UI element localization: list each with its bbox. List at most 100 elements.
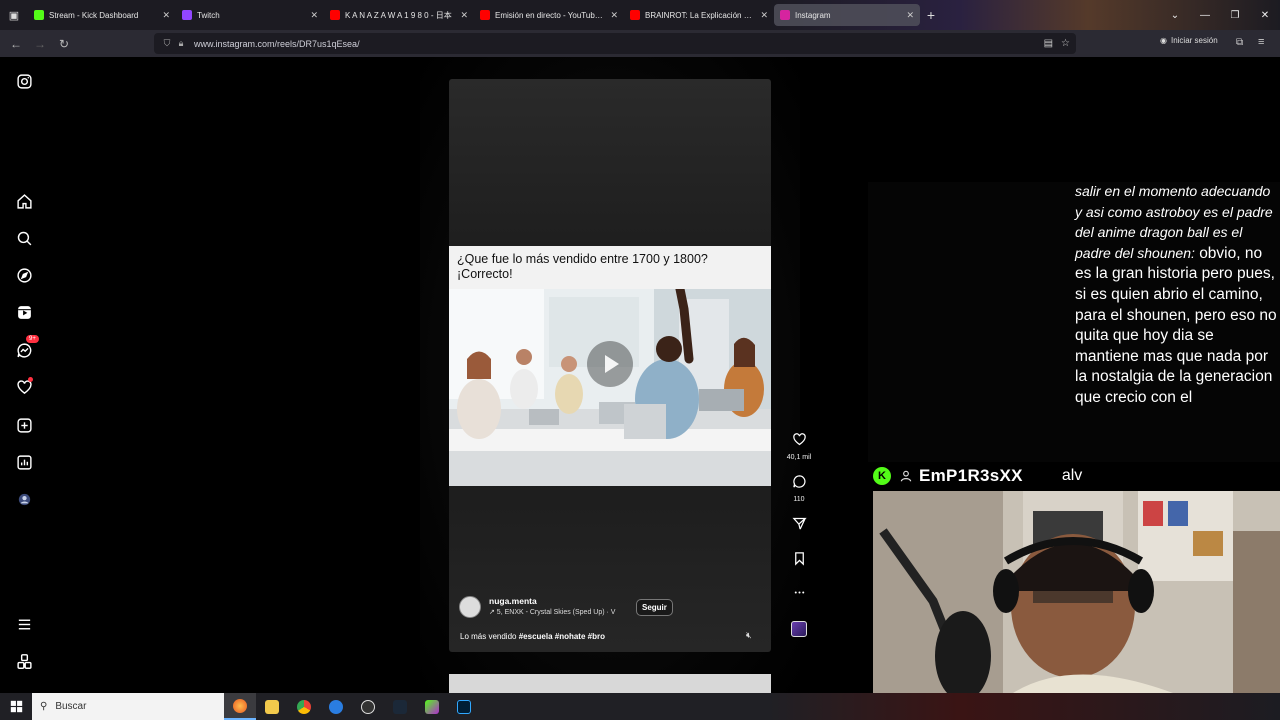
windows-start-icon[interactable] bbox=[0, 693, 32, 720]
youtube-favicon-icon bbox=[630, 10, 640, 20]
reel-video[interactable]: ¿Que fue lo más vendido entre 1700 y 180… bbox=[449, 79, 771, 652]
taskbar-search-placeholder: Buscar bbox=[55, 701, 87, 712]
speaker-mute-icon[interactable]: 🔇︎ bbox=[746, 630, 752, 641]
url-text[interactable]: www.instagram.com/reels/DR7us1qEsea/ bbox=[194, 39, 360, 49]
tab-kanazawa[interactable]: K A N A Z A W A 1 9 8 0 - 日本 ✕ bbox=[324, 4, 474, 26]
reload-icon[interactable]: ↻ bbox=[52, 32, 76, 56]
follow-button[interactable]: Seguir bbox=[636, 599, 673, 616]
twitch-favicon-icon bbox=[182, 10, 192, 20]
instagram-sidebar: 9+ bbox=[0, 57, 48, 693]
taskbar-steam[interactable] bbox=[384, 693, 416, 720]
close-tab-icon[interactable]: ✕ bbox=[760, 10, 768, 21]
address-bar[interactable]: ⛉ 🔒︎ www.instagram.com/reels/DR7us1qEsea… bbox=[154, 33, 1076, 54]
new-tab-button[interactable]: + bbox=[920, 7, 942, 23]
caption-hashtags[interactable]: #escuela #nohate #bro bbox=[519, 632, 605, 641]
profile-avatar[interactable] bbox=[14, 489, 34, 509]
taskbar-file-explorer[interactable] bbox=[256, 693, 288, 720]
dashboard-icon[interactable] bbox=[14, 452, 34, 472]
search-icon: ⚲ bbox=[40, 701, 48, 712]
bookmark-star-icon[interactable]: ☆ bbox=[1061, 38, 1070, 49]
bookmark-icon bbox=[794, 552, 804, 566]
notifications-icon[interactable] bbox=[14, 377, 34, 397]
close-tab-icon[interactable]: ✕ bbox=[162, 10, 170, 21]
instagram-logo-icon[interactable] bbox=[14, 71, 34, 91]
taskbar-app-c[interactable] bbox=[320, 693, 352, 720]
tab-kick-dashboard[interactable]: Stream - Kick Dashboard ✕ bbox=[28, 4, 176, 26]
tab-title: Instagram bbox=[795, 10, 831, 20]
meme-text-line-1: ¿Que fue lo más vendido entre 1700 y 180… bbox=[457, 252, 708, 266]
audio-attribution[interactable]: ↗ 5, ENXK - Crystal Skies (Sped Up) · V bbox=[489, 608, 615, 616]
taskbar-photoshop[interactable] bbox=[448, 693, 480, 720]
webcam-scene bbox=[873, 491, 1280, 693]
send-icon bbox=[791, 517, 807, 530]
account-icon: ◉ bbox=[1160, 36, 1167, 45]
home-icon[interactable] bbox=[14, 191, 34, 211]
author-avatar[interactable] bbox=[459, 596, 481, 618]
signin-button[interactable]: ◉ Iniciar sesión bbox=[1160, 36, 1218, 45]
taskbar-app-green[interactable] bbox=[416, 693, 448, 720]
minimize-icon[interactable]: — bbox=[1190, 0, 1220, 30]
comment-button[interactable]: 110 bbox=[784, 474, 814, 503]
kick-favicon-icon bbox=[34, 10, 44, 20]
tab-title: Emisión en directo - YouTube S bbox=[495, 10, 607, 20]
back-icon[interactable]: ← bbox=[4, 32, 28, 56]
taskbar-search[interactable]: ⚲ Buscar bbox=[32, 693, 224, 720]
taskbar-chrome[interactable] bbox=[288, 693, 320, 720]
messages-icon[interactable]: 9+ bbox=[14, 335, 39, 360]
close-tab-icon[interactable]: ✕ bbox=[906, 10, 914, 21]
restore-icon[interactable]: ❐ bbox=[1220, 0, 1250, 30]
shield-icon[interactable]: ⛉ bbox=[160, 38, 174, 49]
play-icon[interactable] bbox=[587, 341, 633, 387]
more-menu-icon[interactable] bbox=[14, 614, 34, 634]
tab-youtube-live[interactable]: Emisión en directo - YouTube S ✕ bbox=[474, 4, 624, 26]
extensions-icon[interactable]: ⧉ bbox=[1236, 37, 1243, 48]
author-username[interactable]: nuga.menta bbox=[489, 596, 537, 606]
also-from-meta-icon[interactable] bbox=[14, 651, 34, 671]
next-reel-preview[interactable] bbox=[449, 674, 771, 693]
close-tab-icon[interactable]: ✕ bbox=[610, 10, 618, 21]
classroom-illustration bbox=[449, 289, 771, 486]
heart-icon bbox=[792, 433, 806, 446]
meme-text-line-2: ¡Correcto! bbox=[457, 267, 513, 281]
comment-icon bbox=[792, 475, 806, 488]
instagram-favicon-icon bbox=[780, 10, 790, 20]
app-menu-icon[interactable]: ≡ bbox=[1258, 36, 1264, 48]
taskbar-obs[interactable] bbox=[352, 693, 384, 720]
tab-twitch[interactable]: Twitch ✕ bbox=[176, 4, 324, 26]
taskbar-firefox[interactable] bbox=[224, 693, 256, 720]
close-tab-icon[interactable]: ✕ bbox=[460, 10, 468, 21]
reels-icon[interactable] bbox=[14, 302, 34, 322]
steam-icon bbox=[393, 699, 407, 714]
tab-instagram[interactable]: Instagram ✕ bbox=[774, 4, 920, 26]
browser-tab-strip: ▣ Stream - Kick Dashboard ✕ Twitch ✕ K A… bbox=[0, 0, 1280, 30]
stream-chat-panel: salir en el momento adecuando y asi como… bbox=[868, 182, 1280, 462]
tab-title: K A N A Z A W A 1 9 8 0 - 日本 bbox=[345, 10, 452, 20]
tab-brainrot[interactable]: BRAINROT: La Explicación Más E ✕ bbox=[624, 4, 774, 26]
audio-thumbnail[interactable] bbox=[791, 621, 807, 637]
create-icon[interactable] bbox=[14, 415, 34, 435]
close-window-icon[interactable]: ✕ bbox=[1250, 0, 1280, 30]
explore-icon[interactable] bbox=[14, 265, 34, 285]
forward-icon[interactable]: → bbox=[28, 32, 52, 56]
caption-text: Lo más vendido bbox=[460, 632, 517, 641]
tab-title: BRAINROT: La Explicación Más E bbox=[645, 10, 757, 20]
folder-icon bbox=[265, 699, 279, 714]
tab-list-icon[interactable]: ▣ bbox=[0, 0, 28, 30]
share-button[interactable] bbox=[784, 516, 814, 536]
user-icon bbox=[900, 470, 912, 482]
meme-image: ¿Que fue lo más vendido entre 1700 y 180… bbox=[449, 246, 771, 486]
close-tab-icon[interactable]: ✕ bbox=[310, 10, 318, 21]
notification-dot bbox=[28, 377, 33, 382]
save-button[interactable] bbox=[784, 551, 814, 571]
lock-icon[interactable]: 🔒︎ bbox=[174, 38, 188, 49]
chat-message-text: obvio, no es la gran historia pero pues,… bbox=[1075, 244, 1277, 406]
windows-taskbar: ⚲ Buscar bbox=[0, 693, 1280, 720]
more-options-icon[interactable] bbox=[784, 585, 814, 605]
youtube-favicon-icon bbox=[480, 10, 490, 20]
search-icon[interactable] bbox=[14, 228, 34, 248]
tab-overflow-icon[interactable]: ⌄ bbox=[1160, 0, 1190, 30]
like-button[interactable]: 40,1 mil bbox=[784, 432, 814, 461]
reader-view-icon[interactable]: ▤ bbox=[1044, 38, 1053, 49]
ccleaner-icon bbox=[329, 699, 343, 714]
obs-icon bbox=[361, 699, 375, 714]
